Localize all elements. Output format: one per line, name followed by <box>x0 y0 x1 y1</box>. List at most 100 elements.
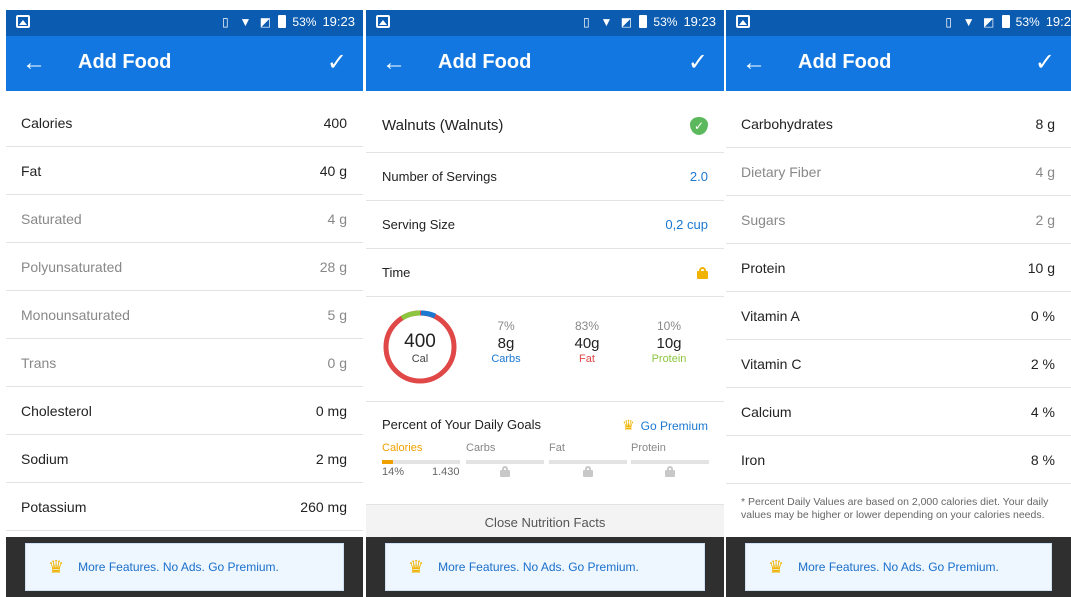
servings-label: Number of Servings <box>382 169 497 184</box>
macro-carbs-grams: 8g <box>497 335 515 352</box>
nutrient-value: 0 g <box>327 354 347 371</box>
close-nutrition-facts-button[interactable]: Close Nutrition Facts <box>366 504 724 539</box>
battery-percent: 53% <box>292 14 317 29</box>
macro-protein-name: Protein <box>651 353 687 365</box>
phone-screen-nutrition-1: ▯ ▼ ◩ 53% 19:23 ← Add Food ✓ Calories 400… <box>6 0 363 597</box>
nutrient-label: Sodium <box>21 450 69 467</box>
promo-text: More Features. No Ads. Go Premium. <box>798 560 999 574</box>
crown-icon: ♛ <box>768 556 785 577</box>
nutrient-value: 28 g <box>319 258 347 275</box>
macro-carbs: 7% 8g Carbs <box>471 319 541 365</box>
macro-fat-name: Fat <box>579 353 595 365</box>
goal-calories-fill <box>382 460 393 464</box>
time-row[interactable]: Time <box>366 249 724 297</box>
nutrient-label: Vitamin A <box>741 307 800 324</box>
check-icon[interactable]: ✓ <box>688 48 708 78</box>
nutrient-label: Carbohydrates <box>741 115 833 132</box>
nutrition-list[interactable]: Calories 400 Fat 40 g Saturated 4 g Polyunsatu… <box>6 91 363 539</box>
goal-calories: Calories <box>382 442 460 464</box>
macro-protein: 10% 10g Protein <box>634 319 704 365</box>
nutrient-label: Polyunsaturated <box>21 258 123 275</box>
nutrient-value: 400 <box>323 114 347 131</box>
servings-row[interactable]: Number of Servings 2.0 <box>366 153 724 201</box>
app-bar: ← Add Food ✓ <box>726 36 1071 91</box>
crown-icon: ♛ <box>408 556 425 577</box>
nutrient-value: 260 mg <box>300 498 347 515</box>
nutrient-row: Calories 400 <box>6 99 363 147</box>
back-arrow-icon[interactable]: ← <box>742 48 766 78</box>
macro-protein-grams: 10g <box>656 335 682 352</box>
nutrient-row: Saturated 4 g <box>6 195 363 243</box>
lock-icon <box>583 466 593 477</box>
page-title: Add Food <box>78 51 172 73</box>
check-icon[interactable]: ✓ <box>1035 48 1055 78</box>
macro-carbs-percent: 7% <box>497 319 515 333</box>
daily-goals-section: Percent of Your Daily Goals ♛ Go Premium… <box>366 401 724 499</box>
notification-icon <box>16 15 30 28</box>
nutrient-row: Vitamin A 0 % <box>726 292 1071 340</box>
back-arrow-icon[interactable]: ← <box>382 48 406 78</box>
macro-fat-percent: 83% <box>574 319 600 333</box>
ring-calories-unit: Cal <box>411 353 429 365</box>
servings-value[interactable]: 2.0 <box>690 169 708 184</box>
nutrient-value: 0 % <box>1030 307 1055 324</box>
nutrient-label: Iron <box>741 451 766 468</box>
phone-screen-food-details: ▯ ▼ ◩ 53% 19:23 ← Add Food ✓ Walnuts (Wa… <box>366 0 724 597</box>
goal-calories-bar <box>382 460 460 464</box>
goal-protein-bar <box>631 460 709 464</box>
no-sim-icon: ◩ <box>259 14 272 29</box>
nutrient-value: 40 g <box>319 162 347 179</box>
nutrient-row: Calcium 4 % <box>726 388 1071 436</box>
app-bar: ← Add Food ✓ <box>6 36 363 91</box>
clock: 19:23 <box>322 14 355 29</box>
crown-icon: ♛ <box>48 556 65 577</box>
page-title: Add Food <box>438 51 532 73</box>
go-premium-link[interactable]: ♛ Go Premium <box>622 417 708 434</box>
no-sim-icon: ◩ <box>982 14 995 29</box>
verified-shield-icon: ✓ <box>690 116 708 135</box>
app-bar: ← Add Food ✓ <box>366 36 724 91</box>
page-title: Add Food <box>798 51 892 73</box>
nutrient-value: 8 % <box>1030 451 1055 468</box>
lock-icon <box>697 266 708 279</box>
status-bar: ▯ ▼ ◩ 53% 19:2 <box>726 10 1071 36</box>
nutrient-row: Trans 0 g <box>6 339 363 387</box>
nutrient-row: Dietary Fiber 4 g <box>726 148 1071 196</box>
clock: 19:2 <box>1045 14 1071 29</box>
nutrient-value: 8 g <box>1035 115 1055 132</box>
food-name-row[interactable]: Walnuts (Walnuts) ✓ <box>366 99 724 153</box>
nutrient-label: Fat <box>21 162 42 179</box>
nutrient-row: Sugars 2 g <box>726 196 1071 244</box>
battery-percent: 53% <box>653 14 678 29</box>
nutrient-value: 2 g <box>1035 211 1055 228</box>
nutrient-label: Saturated <box>21 210 82 227</box>
go-premium-button[interactable]: ♛ More Features. No Ads. Go Premium. <box>385 543 705 591</box>
clock: 19:23 <box>683 14 716 29</box>
nutrient-row: Vitamin C 2 % <box>726 340 1071 388</box>
go-premium-button[interactable]: ♛ More Features. No Ads. Go Premium. <box>745 543 1052 591</box>
nutrient-value: 2 mg <box>315 450 347 467</box>
battery-icon <box>639 15 648 28</box>
time-label: Time <box>382 265 411 280</box>
crown-icon: ♛ <box>622 417 635 433</box>
goal-carbs-bar <box>466 460 544 464</box>
promo-text: More Features. No Ads. Go Premium. <box>78 560 279 574</box>
wifi-icon: ▼ <box>239 14 252 29</box>
macro-fat: 83% 40g Fat <box>552 319 622 365</box>
battery-icon <box>278 15 287 28</box>
back-arrow-icon[interactable]: ← <box>22 48 46 78</box>
nutrient-row: Carbohydrates 8 g <box>726 100 1071 148</box>
macro-fat-grams: 40g <box>574 335 600 352</box>
notification-icon <box>376 15 390 28</box>
nutrient-label: Monounsaturated <box>21 306 130 323</box>
nutrition-list[interactable]: * Percent Daily Values are based on 2,00… <box>726 91 1071 539</box>
serving-size-row[interactable]: Serving Size 0,2 cup <box>366 201 724 249</box>
nutrient-row: Cholesterol 0 mg <box>6 387 363 435</box>
go-premium-button[interactable]: ♛ More Features. No Ads. Go Premium. <box>25 543 344 591</box>
nutrient-value: 4 g <box>1035 163 1055 180</box>
nutrient-row: Sodium 2 mg <box>6 435 363 483</box>
serving-size-value[interactable]: 0,2 cup <box>665 217 708 232</box>
check-icon[interactable]: ✓ <box>327 48 347 78</box>
promo-text: More Features. No Ads. Go Premium. <box>438 560 639 574</box>
nutrient-value: 0 mg <box>315 402 347 419</box>
